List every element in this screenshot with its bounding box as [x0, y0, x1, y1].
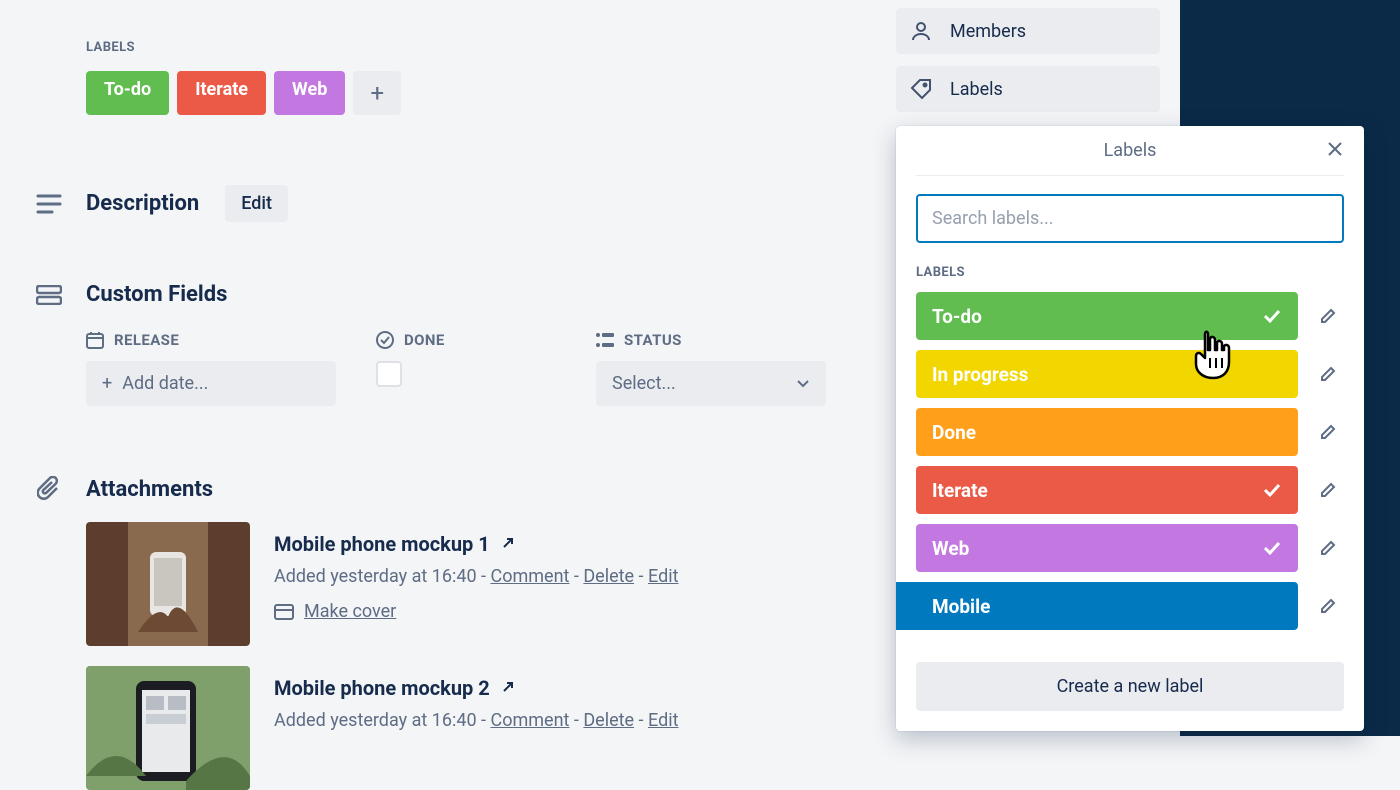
attachment-item-1: Mobile phone mockup 1 Added yesterday at…: [86, 522, 870, 646]
labels-heading: LABELS: [86, 40, 135, 55]
labels-popover: Labels LABELS To-do In progress Done: [896, 126, 1364, 731]
paperclip-icon: [34, 476, 64, 502]
label-edit-iterate[interactable]: [1312, 474, 1344, 506]
chevron-down-icon: [796, 379, 810, 389]
attachment-1-added: Added yesterday at 16:40: [274, 566, 477, 587]
check-circle-icon: [376, 331, 394, 349]
attachment-2-title[interactable]: Mobile phone mockup 2: [274, 676, 490, 700]
cf-release-value-text: Add date...: [122, 373, 208, 394]
label-option-mobile[interactable]: Mobile: [896, 582, 1298, 630]
label-option-iterate[interactable]: Iterate: [916, 466, 1298, 514]
applied-label-iterate[interactable]: Iterate: [177, 71, 266, 115]
labels-search-input[interactable]: [916, 194, 1344, 243]
sidebar-labels-button[interactable]: Labels: [896, 66, 1160, 112]
cf-status: STATUS Select...: [596, 331, 846, 406]
label-option-todo-text: To-do: [932, 305, 982, 328]
description-edit-button[interactable]: Edit: [225, 185, 288, 222]
plus-icon: +: [102, 373, 112, 394]
attachment-thumbnail-1[interactable]: [86, 522, 250, 646]
label-edit-web[interactable]: [1312, 532, 1344, 564]
cf-status-label: STATUS: [624, 331, 682, 349]
label-option-mobile-text: Mobile: [932, 595, 990, 618]
custom-fields-row: RELEASE + Add date... DONE STATUS: [86, 331, 870, 406]
cf-status-select[interactable]: Select...: [596, 361, 826, 406]
label-edit-done[interactable]: [1312, 416, 1344, 448]
attachment-1-edit[interactable]: Edit: [648, 566, 678, 587]
attachment-thumbnail-2[interactable]: [86, 666, 250, 790]
attachment-1-delete[interactable]: Delete: [583, 566, 634, 587]
card-sidebar: Members Labels: [896, 8, 1160, 112]
attachment-2-edit[interactable]: Edit: [648, 710, 678, 731]
sidebar-labels-label: Labels: [950, 79, 1003, 100]
attachments-section-header: Attachments: [34, 476, 870, 502]
attachments-heading: Attachments: [86, 477, 213, 502]
cf-release: RELEASE + Add date...: [86, 331, 336, 406]
label-option-inprogress[interactable]: In progress: [916, 350, 1298, 398]
cf-done: DONE: [376, 331, 556, 406]
label-option-iterate-text: Iterate: [932, 479, 988, 502]
custom-fields-section-header: Custom Fields: [34, 282, 870, 307]
applied-label-web[interactable]: Web: [274, 71, 345, 115]
label-option-done[interactable]: Done: [916, 408, 1298, 456]
cover-icon: [274, 604, 294, 620]
label-edit-inprogress[interactable]: [1312, 358, 1344, 390]
label-option-inprogress-text: In progress: [932, 363, 1028, 386]
external-link-icon[interactable]: [500, 681, 514, 695]
cf-done-checkbox[interactable]: [376, 361, 402, 387]
custom-fields-heading: Custom Fields: [86, 282, 227, 307]
attachment-item-2: Mobile phone mockup 2 Added yesterday at…: [86, 666, 870, 790]
members-icon: [910, 20, 932, 42]
applied-label-todo[interactable]: To-do: [86, 71, 169, 115]
label-option-todo[interactable]: To-do: [916, 292, 1298, 340]
list-icon: [596, 333, 614, 347]
custom-fields-icon: [34, 285, 64, 305]
description-section-header: Description Edit: [34, 185, 870, 222]
external-link-icon[interactable]: [500, 537, 514, 551]
labels-option-list: To-do In progress Done Iterate: [916, 292, 1344, 630]
check-icon: [1262, 482, 1282, 498]
label-edit-todo[interactable]: [1312, 300, 1344, 332]
attachment-1-make-cover[interactable]: Make cover: [304, 601, 396, 622]
create-new-label-button[interactable]: Create a new label: [916, 662, 1344, 711]
attachment-2-delete[interactable]: Delete: [583, 710, 634, 731]
label-edit-mobile[interactable]: [1312, 590, 1344, 622]
check-icon: [1262, 540, 1282, 556]
cf-status-value-text: Select...: [612, 373, 676, 394]
attachment-2-added: Added yesterday at 16:40: [274, 710, 477, 731]
label-option-web[interactable]: Web: [916, 524, 1298, 572]
sidebar-members-button[interactable]: Members: [896, 8, 1160, 54]
cf-release-value[interactable]: + Add date...: [86, 361, 336, 406]
card-main-content: LABELS To-do Iterate Web + Description E…: [0, 0, 870, 790]
cf-release-label: RELEASE: [114, 331, 179, 349]
label-option-web-text: Web: [932, 537, 969, 560]
description-icon: [34, 194, 64, 214]
popover-labels-heading: LABELS: [916, 265, 1344, 280]
check-icon: [1262, 308, 1282, 324]
description-heading: Description: [86, 191, 199, 216]
attachment-2-comment[interactable]: Comment: [491, 710, 570, 731]
applied-labels-row: To-do Iterate Web +: [86, 71, 870, 115]
attachment-1-title[interactable]: Mobile phone mockup 1: [274, 532, 490, 556]
tag-icon: [910, 78, 932, 100]
label-option-done-text: Done: [932, 421, 976, 444]
calendar-icon: [86, 331, 104, 349]
add-label-button[interactable]: +: [353, 71, 401, 115]
sidebar-members-label: Members: [950, 21, 1026, 42]
popover-close-button[interactable]: [1326, 140, 1344, 158]
cf-done-label: DONE: [404, 331, 445, 349]
attachment-1-comment[interactable]: Comment: [491, 566, 570, 587]
popover-title: Labels: [1104, 140, 1157, 161]
